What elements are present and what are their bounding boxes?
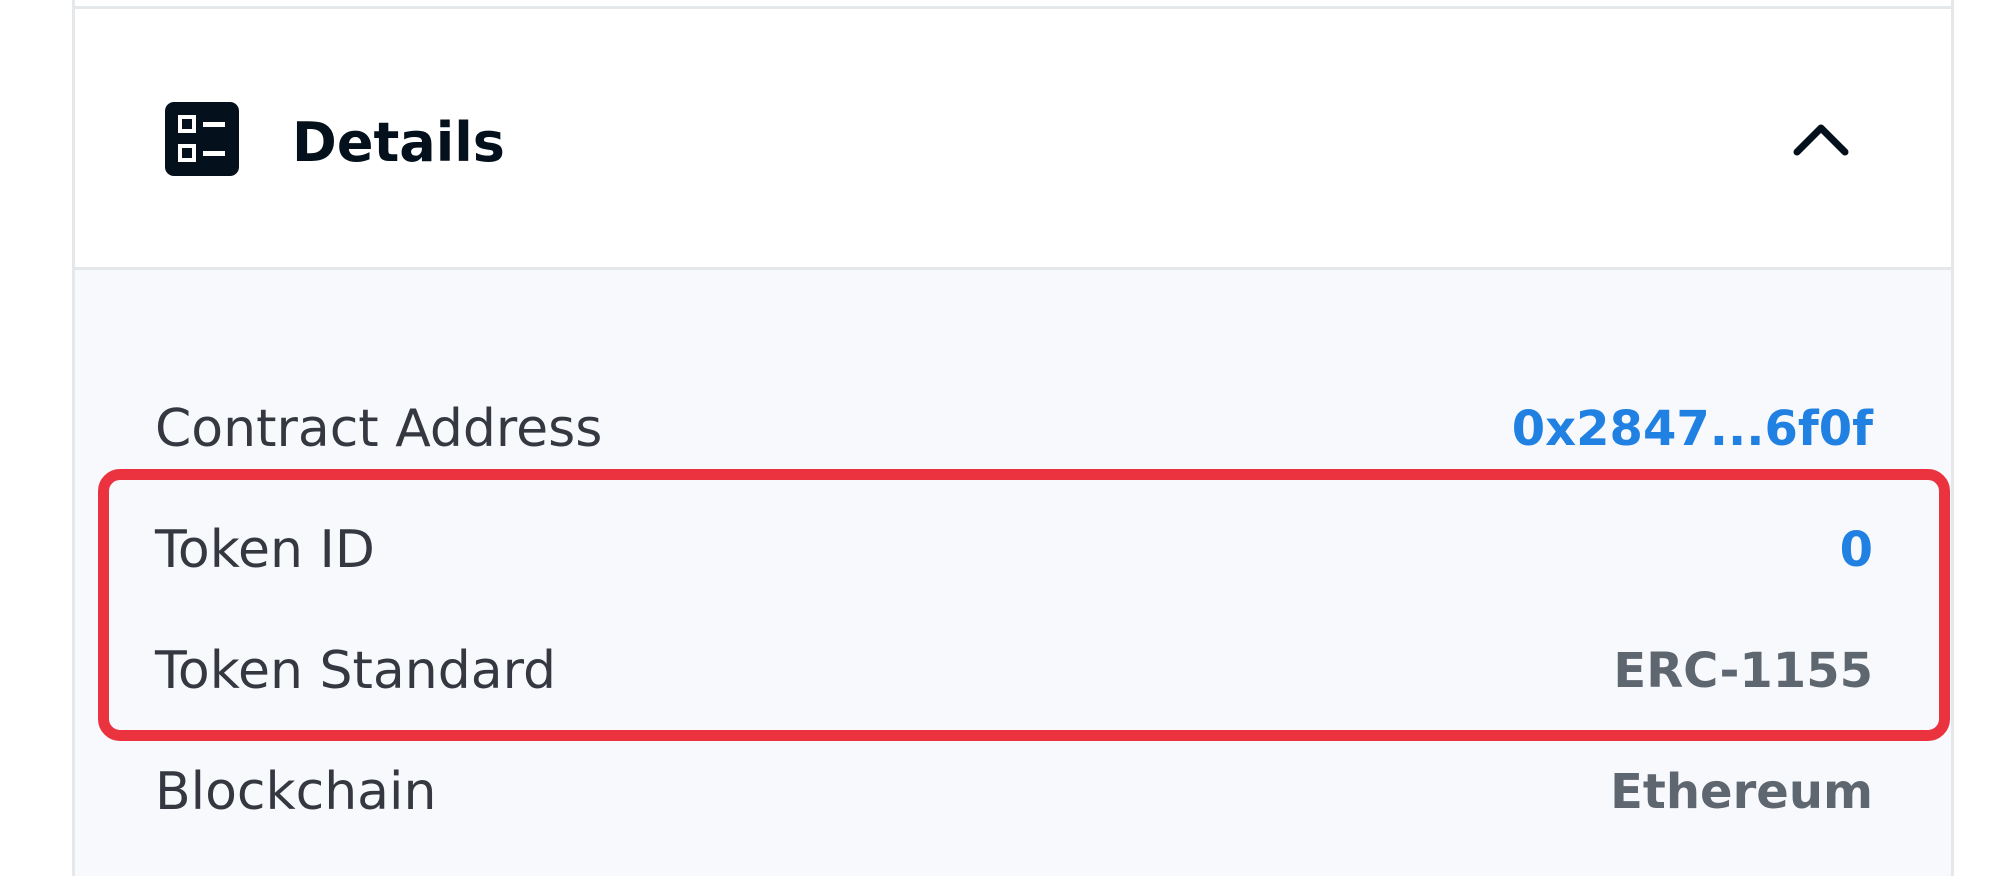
details-title: Details xyxy=(292,111,505,174)
token-id-link[interactable]: 0 xyxy=(1840,515,1873,585)
contract-address-link[interactable]: 0x2847...6f0f xyxy=(1512,394,1873,464)
detail-label: Token ID xyxy=(155,520,375,580)
detail-label: Blockchain xyxy=(155,762,437,822)
details-list-icon xyxy=(165,102,239,176)
detail-row-token-id: Token ID 0 xyxy=(155,515,1873,585)
details-header[interactable]: Details xyxy=(75,9,1951,267)
token-standard-value: ERC-1155 xyxy=(1613,643,1873,699)
detail-row-contract-address: Contract Address 0x2847...6f0f xyxy=(155,394,1873,464)
detail-row-token-standard: Token Standard ERC-1155 xyxy=(155,636,1873,706)
chevron-up-icon[interactable] xyxy=(1791,121,1851,157)
details-panel: Details Contract Address 0x2847...6f0f T… xyxy=(72,0,1954,876)
blockchain-value: Ethereum xyxy=(1610,764,1873,820)
detail-row-blockchain: Blockchain Ethereum xyxy=(155,757,1873,827)
detail-label: Token Standard xyxy=(155,641,557,701)
detail-label: Contract Address xyxy=(155,399,603,459)
